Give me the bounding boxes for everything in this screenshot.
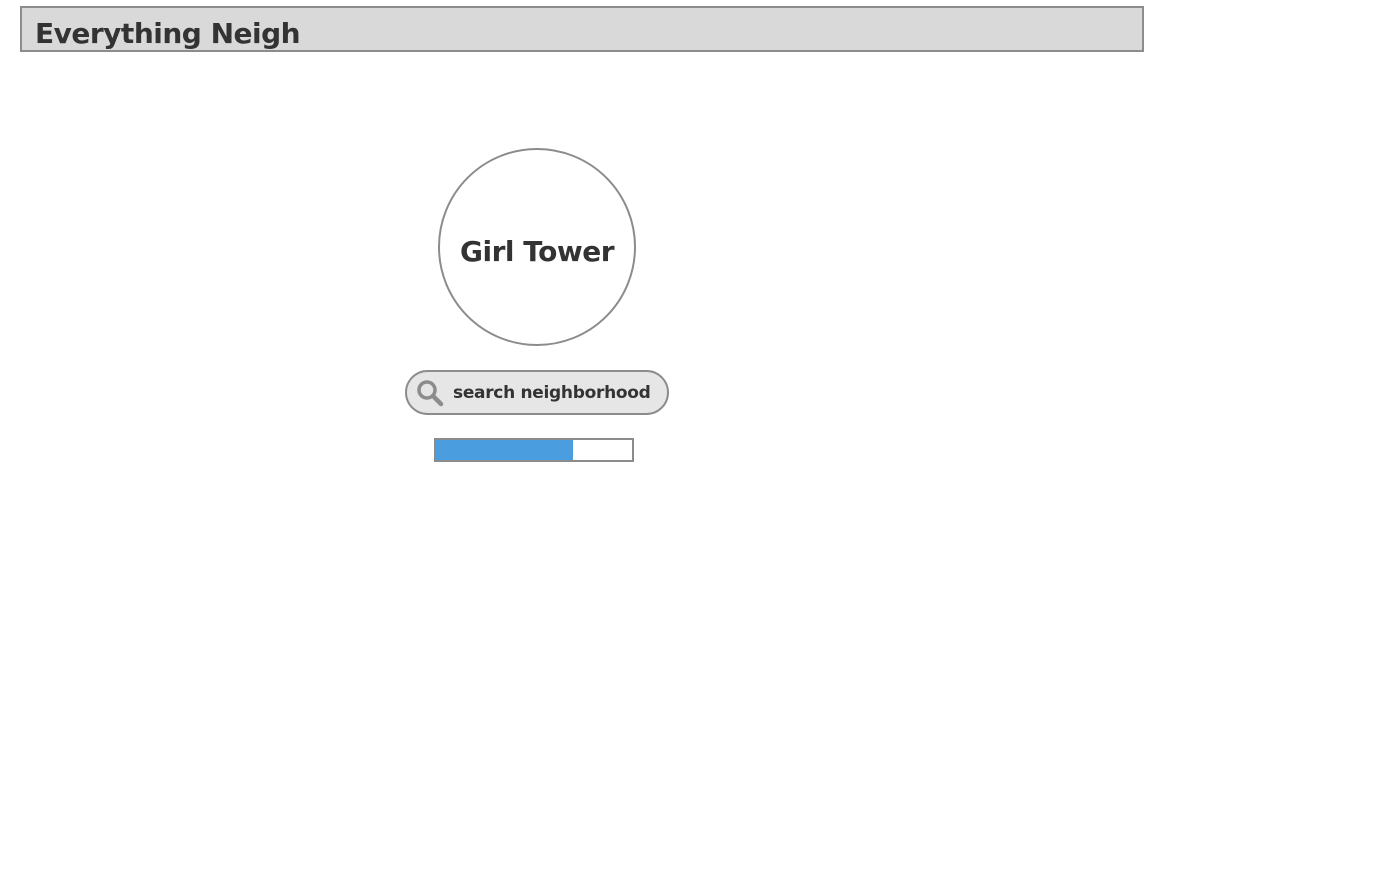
search-icon[interactable] <box>415 378 445 408</box>
search-input[interactable] <box>453 378 661 408</box>
search-box[interactable] <box>405 370 669 415</box>
progress-fill <box>436 440 574 460</box>
app-title: Everything Neigh <box>35 17 301 50</box>
header-bar: Everything Neigh <box>20 6 1144 52</box>
neighborhood-circle[interactable]: Girl Tower <box>438 148 636 346</box>
neighborhood-name: Girl Tower <box>459 234 615 268</box>
progress-bar <box>434 438 634 462</box>
